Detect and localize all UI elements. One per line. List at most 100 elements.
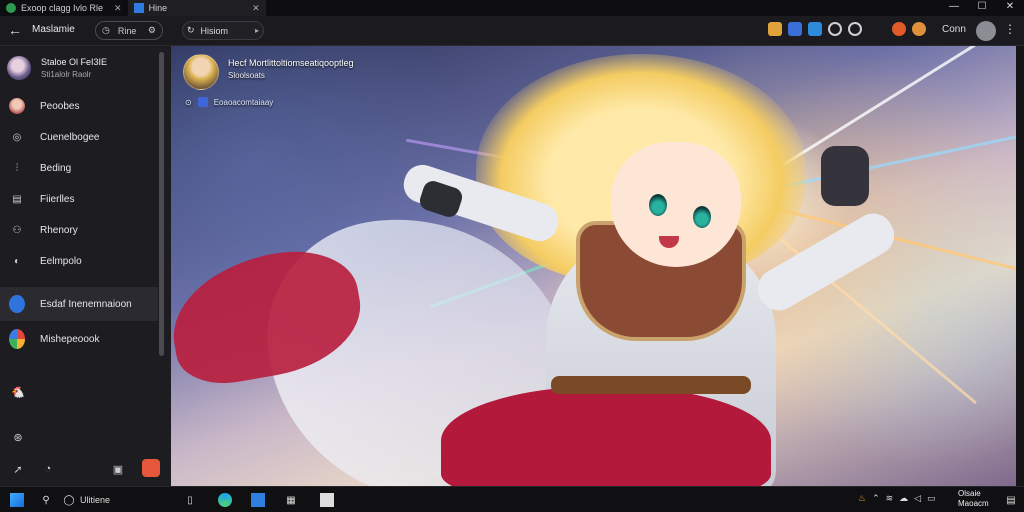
author-title: Hecf Mortlittoltiomseatiqooptleg — [228, 58, 354, 68]
tray-wifi-icon[interactable]: ≋ — [886, 493, 894, 504]
sidebar-item-label: Beding — [40, 162, 72, 174]
user-name: Staloe Ol FeI3IE — [41, 57, 108, 67]
image-icon[interactable]: ▣ — [108, 459, 128, 479]
sidebar: Staloe Ol FeI3IE Sti1alolr Raolr Peoobes… — [0, 46, 171, 486]
chicken-icon[interactable]: 🐔 — [8, 382, 28, 402]
author-avatar[interactable] — [183, 54, 219, 90]
history-pill-label: Rine — [117, 25, 137, 36]
sidebar-item-2[interactable]: ⫶ Beding — [0, 154, 158, 182]
history-icon[interactable] — [828, 22, 842, 36]
sidebar-item-label: Rhenory — [40, 224, 78, 236]
red-skirt — [441, 386, 771, 486]
raised-fist — [821, 146, 869, 206]
files-icon[interactable]: ▦ — [282, 492, 300, 508]
maximize-button[interactable]: ☐ — [968, 0, 996, 16]
store-icon[interactable] — [142, 459, 160, 477]
tray-cloud-icon[interactable]: ☁ — [899, 493, 908, 504]
task-view-icon[interactable]: ▯ — [184, 492, 196, 508]
toolbar: ← Maslamie ◷ Rine ⚙ ↻ Hisiom ▸ Conn ⋮ — [0, 16, 1024, 46]
sidebar-item-6[interactable]: Esdaf Inenemnaioon — [0, 287, 158, 321]
start-icon[interactable] — [8, 492, 26, 508]
channel-selector[interactable]: ↻ Hisiom ▸ — [182, 21, 264, 40]
title-bar: Exoop clagg Ivlo Rle ✕ Hine ✕ — ☐ ✕ — [0, 0, 1024, 16]
right-eye — [693, 206, 711, 228]
discord-icon[interactable]: ⊛ — [8, 427, 28, 447]
sidebar-item-label: Cuenelbogee — [40, 131, 100, 143]
mobile-icon[interactable] — [912, 22, 926, 36]
user-subtitle: Sti1alolr Raolr — [41, 70, 92, 79]
globe-icon — [6, 3, 16, 13]
user-avatar — [7, 56, 31, 80]
rocket-icon[interactable]: ➚ — [8, 459, 28, 479]
sidebar-item-7[interactable]: Mishepeoook — [0, 324, 158, 354]
bookmark-icon[interactable] — [788, 22, 802, 36]
chevron-down-icon: ▸ — [254, 26, 259, 35]
sidebar-scrollbar[interactable] — [159, 52, 164, 356]
close-icon[interactable]: ✕ — [114, 3, 122, 14]
tagline-text: Eoaoacomtaiaay — [213, 97, 274, 107]
channel-label: Hisiom — [200, 25, 229, 36]
back-arrow-icon[interactable]: ← — [8, 22, 24, 38]
sidebar-item-label: Peoobes — [40, 100, 80, 112]
clock-line-2: Maoacm — [958, 499, 989, 508]
palette-icon: ◐ — [13, 255, 21, 267]
avatar-icon — [9, 98, 25, 114]
character-face — [611, 142, 741, 267]
store-icon[interactable] — [249, 492, 267, 508]
app-name: Maslamie — [32, 24, 75, 35]
sidebar-item-label: Mishepeoook — [40, 333, 100, 345]
refresh-icon: ↻ — [187, 25, 195, 35]
tagline: ⊙ Eoaoacomtaiaay — [185, 97, 273, 107]
grid-icon[interactable] — [808, 22, 822, 36]
belt — [551, 376, 751, 394]
menu-icon[interactable]: ⋮ — [1002, 22, 1018, 38]
main-artwork: Hecf Mortlittoltiomseatiqooptleg Sloolso… — [171, 46, 1016, 486]
sidebar-item-label: Eelmpolo — [40, 255, 82, 267]
settings-icon: ⚙ — [147, 25, 156, 35]
settings-icon[interactable]: ◔ — [38, 459, 58, 479]
notification-icon[interactable] — [848, 22, 862, 36]
terminal-icon[interactable] — [318, 492, 336, 508]
author-subtitle: Sloolsoats — [228, 71, 265, 80]
left-eye — [649, 194, 667, 216]
notification-center-icon[interactable]: ▤ — [1004, 492, 1018, 508]
tray-battery-icon[interactable]: ▭ — [927, 493, 936, 504]
minimize-button[interactable]: — — [940, 0, 968, 16]
badge-icon — [197, 97, 208, 107]
sidebar-item-label: Esdaf Inenemnaioon — [40, 298, 132, 310]
sidebar-item-4[interactable]: ⚇ Rhenory — [0, 216, 158, 244]
toolbar-icons — [768, 22, 926, 36]
close-button[interactable]: ✕ — [996, 0, 1024, 16]
profile-avatar[interactable] — [976, 21, 996, 41]
tray-up-icon[interactable]: ⌃ — [872, 493, 880, 504]
taskbar: ⚲ ◯ Ulitiene ▯ ▦ ♨ ⌃ ≋ ☁ ◁ ▭ Olsaie Maoa… — [0, 486, 1024, 512]
app-badge-icon — [9, 295, 25, 313]
connect-label[interactable]: Conn — [942, 24, 966, 35]
close-icon[interactable]: ✕ — [252, 3, 260, 14]
chart-icon: ⫶ — [15, 162, 19, 174]
edge-icon[interactable] — [216, 492, 234, 508]
clipboard-icon: ▤ — [12, 193, 22, 205]
clock[interactable]: Olsaie Maoacm — [958, 489, 989, 509]
link-icon: ⊙ — [185, 97, 192, 107]
tab-label: Hine — [148, 3, 168, 13]
pinwheel-icon — [9, 329, 25, 349]
share-icon[interactable] — [892, 22, 906, 36]
tray-fire-icon[interactable]: ♨ — [858, 493, 866, 504]
tab-browser[interactable]: Exoop clagg Ivlo Rle ✕ — [0, 0, 128, 16]
sidebar-item-label: Fiierlles — [40, 193, 75, 205]
search-icon[interactable]: ⚲ — [38, 492, 54, 508]
people-icon: ⚇ — [12, 224, 22, 236]
sidebar-item-3[interactable]: ▤ Fiierlles — [0, 185, 158, 213]
sidebar-item-5[interactable]: ◐ Eelmpolo — [0, 247, 158, 275]
tray-speaker-icon[interactable]: ◁ — [914, 493, 921, 504]
clock-line-1: Olsaie — [958, 489, 981, 498]
folder-icon[interactable] — [768, 22, 782, 36]
user-profile[interactable]: Staloe Ol FeI3IE Sti1alolr Raolr — [7, 56, 157, 88]
sidebar-item-1[interactable]: ◎ Cuenelbogee — [0, 123, 158, 151]
widget-icon[interactable]: ◯ — [62, 492, 76, 508]
history-pill[interactable]: ◷ Rine ⚙ — [95, 21, 163, 40]
sidebar-item-0[interactable]: Peoobes — [0, 92, 158, 120]
tab-active[interactable]: Hine ✕ — [127, 0, 266, 16]
search-label[interactable]: Ulitiene — [80, 495, 110, 505]
